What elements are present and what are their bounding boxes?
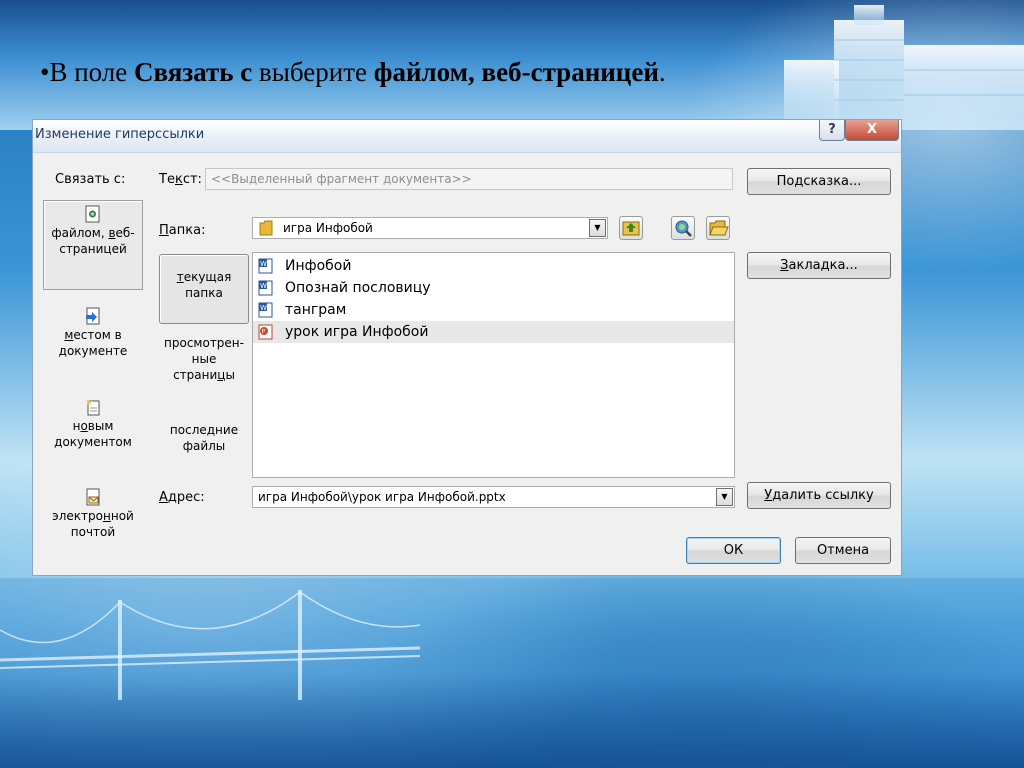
word-document-icon: W — [258, 302, 273, 318]
link-option-label-accel: в — [108, 226, 116, 240]
browse-file-button[interactable] — [706, 216, 730, 240]
address-field[interactable]: игра Инфобой\урок игра Инфобой.pptx ▼ — [252, 486, 735, 508]
file-name: Опознай пословицу — [285, 280, 431, 296]
file-name: танграм — [285, 302, 347, 318]
ok-button[interactable]: ОК — [686, 537, 781, 564]
list-item[interactable]: W Опознай пословицу — [253, 277, 734, 299]
link-option-label-accel: о — [80, 419, 88, 433]
text-label-accel: к — [174, 172, 183, 187]
link-option-new-document[interactable]: новым документом — [43, 394, 143, 464]
link-option-place-in-document[interactable]: местом в документе — [43, 303, 143, 373]
powerpoint-file-icon: P — [258, 324, 273, 340]
word-document-icon: W — [258, 258, 273, 274]
bridge-illustration — [0, 590, 420, 700]
address-label-part: дрес: — [167, 490, 205, 505]
bullet-text-part: . — [658, 57, 666, 87]
lookin-browsed-pages[interactable]: просмотрен-ные страницы — [159, 335, 249, 395]
open-folder-icon — [709, 220, 729, 236]
text-to-display-field[interactable]: <<Выделенный фрагмент документа>> — [205, 168, 733, 190]
screentip-button[interactable]: Подсказка... — [747, 168, 891, 195]
bullet-bold-link-to: Связать с — [134, 57, 253, 87]
button-label-part: сказка... — [803, 174, 862, 189]
list-item[interactable]: P урок игра Инфобой — [253, 321, 734, 343]
close-button[interactable]: X — [845, 120, 899, 141]
chevron-down-icon[interactable]: ▼ — [716, 488, 733, 506]
folder-label-accel: П — [159, 223, 169, 238]
list-item[interactable]: W Инфобой — [253, 255, 734, 277]
bullet-text-part: В поле — [49, 57, 135, 87]
web-page-icon — [85, 205, 100, 223]
svg-text:W: W — [260, 304, 267, 312]
link-option-label: файлом, — [51, 226, 109, 240]
remove-link-button[interactable]: Удалить ссылку — [747, 482, 891, 509]
address-label-accel: А — [159, 490, 168, 505]
list-item[interactable]: W танграм — [253, 299, 734, 321]
word-document-icon: W — [258, 280, 273, 296]
help-button[interactable]: ? — [819, 120, 845, 141]
cancel-button[interactable]: Отмена — [795, 537, 891, 564]
button-label-part: По — [776, 174, 795, 189]
address-label: Адрес: — [159, 490, 205, 505]
button-label-part: далить ссылку — [772, 488, 874, 503]
bullet-text-part: выберите — [252, 57, 374, 87]
text-label-part: Те — [159, 172, 175, 187]
svg-text:W: W — [260, 282, 267, 290]
link-option-label-accel: н — [102, 509, 111, 523]
up-one-folder-button[interactable] — [619, 216, 643, 240]
button-label-accel: З — [780, 258, 789, 273]
button-label-accel: У — [764, 488, 773, 503]
lookin-label-accel: т — [176, 270, 184, 284]
lookin-current-folder[interactable]: текущая папка — [159, 254, 249, 324]
dialog-titlebar[interactable]: Изменение гиперссылки ? X — [33, 120, 901, 153]
button-label-part: акладка... — [788, 258, 858, 273]
file-name: Инфобой — [285, 258, 352, 274]
bullet-bold-web-page: файлом, веб-страницей — [373, 57, 659, 87]
lookin-label: ы — [225, 368, 235, 382]
link-option-web-page[interactable]: файлом, веб-страницей — [43, 200, 143, 290]
lookin-label-accel: д — [206, 423, 216, 437]
dialog-title: Изменение гиперссылки — [35, 127, 205, 142]
link-option-email[interactable]: электронной почтой — [43, 484, 143, 554]
file-name: урок игра Инфобой — [285, 324, 429, 340]
text-label-part: ст: — [182, 172, 202, 187]
lookin-label: екущая папка — [183, 270, 232, 300]
svg-text:W: W — [260, 260, 267, 268]
svg-text:P: P — [262, 329, 266, 336]
edit-hyperlink-dialog: Изменение гиперссылки ? X Связать с: фай… — [32, 119, 902, 576]
folder-icon — [259, 220, 273, 236]
browse-web-icon — [675, 220, 692, 237]
file-list[interactable]: W Инфобой W Опознай пословицу W танграм … — [252, 252, 735, 478]
chevron-down-icon[interactable]: ▼ — [589, 219, 606, 237]
bookmark-button[interactable]: Закладка... — [747, 252, 891, 279]
folder-value: игра Инфобой — [283, 221, 373, 235]
browse-web-button[interactable] — [671, 216, 695, 240]
up-folder-icon — [622, 221, 640, 236]
folder-select[interactable]: игра Инфобой ▼ — [252, 217, 608, 239]
button-label-accel: д — [794, 174, 804, 189]
link-option-label: электро — [52, 509, 103, 523]
place-in-document-icon — [86, 307, 100, 325]
new-document-icon — [86, 399, 100, 416]
link-to-label: Связать с: — [55, 172, 126, 187]
lookin-recent-files[interactable]: последние файлы — [159, 422, 249, 462]
folder-label-part: апка: — [168, 223, 206, 238]
email-icon — [86, 488, 100, 506]
link-option-label: вым документом — [54, 419, 132, 449]
slide-bullet-text: •В поле Связать с выберите файлом, веб-с… — [40, 57, 666, 88]
lookin-label: после — [169, 423, 207, 437]
text-label: Текст: — [159, 172, 202, 187]
folder-label: Папка: — [159, 223, 205, 238]
address-value: игра Инфобой\урок игра Инфобой.pptx — [258, 490, 506, 504]
